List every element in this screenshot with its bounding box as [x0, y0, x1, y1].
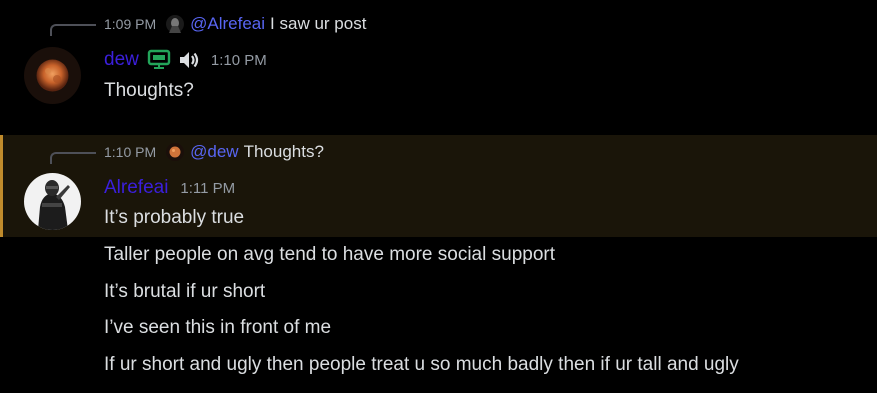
speaker-icon: [177, 48, 201, 72]
reply-spine: [50, 24, 96, 36]
message-text: Thoughts?: [104, 80, 194, 101]
message-dew: 1:09 PM @Alrefeai I saw ur post dew 1:10…: [0, 0, 877, 120]
reply-mention[interactable]: @Alrefeai: [190, 14, 265, 34]
message-header: Alrefeai 1:11 PM: [104, 175, 235, 201]
message-text: It’s probably true: [104, 207, 245, 228]
username[interactable]: Alrefeai: [104, 177, 168, 199]
reply-spine: [50, 152, 96, 164]
reply-timestamp: 1:10 PM: [104, 144, 157, 160]
message-text: It’s brutal if ur short: [104, 281, 266, 302]
reply-mention[interactable]: @dew: [190, 142, 238, 162]
message-timestamp[interactable]: 1:11 PM: [180, 180, 235, 197]
reply-text[interactable]: I saw ur post: [270, 14, 366, 34]
reply-avatar[interactable]: [166, 143, 185, 161]
reply-text[interactable]: Thoughts?: [244, 142, 324, 162]
reply-timestamp: 1:09 PM: [104, 16, 157, 32]
username[interactable]: dew: [104, 49, 139, 71]
message-alrefeai: 1:10 PM @dew Thoughts? Alrefeai 1:11 PM …: [0, 135, 877, 237]
monitor-icon: [147, 48, 171, 72]
message-text: If ur short and ugly then people treat u…: [104, 354, 739, 375]
avatar[interactable]: [24, 173, 81, 230]
message-timestamp[interactable]: 1:10 PM: [211, 52, 267, 69]
reply-preview[interactable]: 1:10 PM @dew Thoughts?: [104, 141, 324, 163]
reply-preview[interactable]: 1:09 PM @Alrefeai I saw ur post: [104, 13, 366, 35]
message-text: I’ve seen this in front of me: [104, 317, 332, 338]
reply-avatar[interactable]: [166, 15, 185, 33]
message-header: dew 1:10 PM: [104, 47, 267, 73]
avatar[interactable]: [24, 47, 81, 104]
message-text: Taller people on avg tend to have more s…: [104, 244, 555, 265]
